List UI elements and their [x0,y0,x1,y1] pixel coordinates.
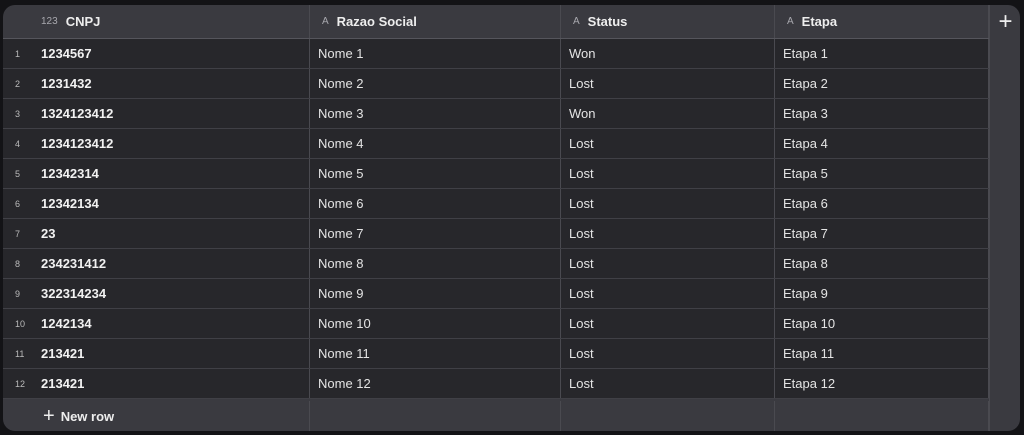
table-row[interactable]: 3 1324123412 Nome 3 Won Etapa 3 [3,99,989,129]
table-row[interactable]: 7 23 Nome 7 Lost Etapa 7 [3,219,989,249]
row-number: 1 [15,49,21,59]
column-header-razao-social[interactable]: A Razao Social [310,5,561,38]
table-row[interactable]: 8 234231412 Nome 8 Lost Etapa 8 [3,249,989,279]
cell-etapa[interactable]: Etapa 7 [775,219,989,248]
table-row[interactable]: 11 213421 Nome 11 Lost Etapa 11 [3,339,989,369]
cell-cnpj[interactable]: 1234123412 [3,129,310,158]
footer-cell [310,401,561,431]
text-type-icon: A [322,16,329,27]
cell-status[interactable]: Won [561,99,775,128]
cell-etapa[interactable]: Etapa 1 [775,39,989,68]
cell-etapa[interactable]: Etapa 4 [775,129,989,158]
cell-razao-social[interactable]: Nome 10 [310,309,561,338]
table-row[interactable]: 12 213421 Nome 12 Lost Etapa 12 [3,369,989,399]
cell-razao-social[interactable]: Nome 1 [310,39,561,68]
table-row[interactable]: 9 322314234 Nome 9 Lost Etapa 9 [3,279,989,309]
row-number: 2 [15,79,21,89]
cell-status[interactable]: Lost [561,249,775,278]
cell-cnpj[interactable]: 213421 [3,339,310,368]
cell-status[interactable]: Lost [561,129,775,158]
column-label: CNPJ [65,14,101,29]
cell-razao-social[interactable]: Nome 11 [310,339,561,368]
text-type-icon: A [573,16,580,27]
cell-razao-social[interactable]: Nome 6 [310,189,561,218]
cell-etapa[interactable]: Etapa 12 [775,369,989,398]
row-number: 12 [15,379,26,389]
cell-etapa[interactable]: Etapa 6 [775,189,989,218]
add-column-strip [989,5,1020,431]
cell-status[interactable]: Lost [561,369,775,398]
column-header-etapa[interactable]: A Etapa [775,5,989,38]
cell-etapa[interactable]: Etapa 8 [775,249,989,278]
table-row[interactable]: 1 1234567 Nome 1 Won Etapa 1 [3,39,989,69]
new-row-label: New row [60,408,115,424]
table-row[interactable]: 6 12342134 Nome 6 Lost Etapa 6 [3,189,989,219]
footer-cell [561,401,775,431]
plus-icon: + [43,405,55,427]
column-header-cnpj[interactable]: 123 CNPJ [3,5,310,38]
row-number: 6 [15,199,21,209]
plus-icon: + [998,8,1013,35]
cell-cnpj[interactable]: 1234567 [3,39,310,68]
column-label: Razao Social [336,14,417,29]
cell-etapa[interactable]: Etapa 2 [775,69,989,98]
cell-cnpj[interactable]: 1242134 [3,309,310,338]
table-row[interactable]: 10 1242134 Nome 10 Lost Etapa 10 [3,309,989,339]
data-grid: 123 CNPJ A Razao Social A Status A Etapa + 1… [3,5,1020,431]
cell-etapa[interactable]: Etapa 11 [775,339,989,368]
cell-razao-social[interactable]: Nome 4 [310,129,561,158]
row-number: 3 [15,109,21,119]
row-number: 8 [15,259,21,269]
grid-header: 123 CNPJ A Razao Social A Status A Etapa [3,5,989,39]
cell-cnpj[interactable]: 1324123412 [3,99,310,128]
cell-razao-social[interactable]: Nome 2 [310,69,561,98]
cell-status[interactable]: Lost [561,279,775,308]
cell-cnpj[interactable]: 234231412 [3,249,310,278]
cell-cnpj[interactable]: 213421 [3,369,310,398]
cell-cnpj[interactable]: 12342314 [3,159,310,188]
cell-cnpj[interactable]: 322314234 [3,279,310,308]
cell-razao-social[interactable]: Nome 8 [310,249,561,278]
cell-cnpj[interactable]: 23 [3,219,310,248]
cell-status[interactable]: Lost [561,159,775,188]
row-number: 7 [15,229,21,239]
add-column-button[interactable]: + [989,5,1020,39]
row-number: 9 [15,289,21,299]
row-number: 11 [15,349,25,359]
cell-cnpj[interactable]: 12342134 [3,189,310,218]
cell-status[interactable]: Lost [561,189,775,218]
cell-status[interactable]: Lost [561,69,775,98]
cell-etapa[interactable]: Etapa 3 [775,99,989,128]
table-row[interactable]: 2 1231432 Nome 2 Lost Etapa 2 [3,69,989,99]
cell-etapa[interactable]: Etapa 9 [775,279,989,308]
cell-status[interactable]: Lost [561,309,775,338]
cell-razao-social[interactable]: Nome 12 [310,369,561,398]
footer-cell [775,401,989,431]
column-header-status[interactable]: A Status [561,5,775,38]
cell-status[interactable]: Lost [561,339,775,368]
new-row-button[interactable]: + New row [3,401,310,431]
column-label: Etapa [801,14,838,29]
text-type-icon: A [787,16,794,27]
grid-footer: + New row [3,401,989,431]
row-number: 4 [15,139,21,149]
cell-razao-social[interactable]: Nome 5 [310,159,561,188]
table-row[interactable]: 5 12342314 Nome 5 Lost Etapa 5 [3,159,989,189]
number-type-icon: 123 [41,16,58,27]
cell-razao-social[interactable]: Nome 9 [310,279,561,308]
cell-etapa[interactable]: Etapa 10 [775,309,989,338]
row-number: 5 [15,169,21,179]
row-number: 10 [15,319,26,329]
cell-etapa[interactable]: Etapa 5 [775,159,989,188]
column-label: Status [587,14,628,29]
cell-razao-social[interactable]: Nome 7 [310,219,561,248]
cell-cnpj[interactable]: 1231432 [3,69,310,98]
grid-body: 1 1234567 Nome 1 Won Etapa 12 1231432 No… [3,39,989,399]
cell-status[interactable]: Won [561,39,775,68]
cell-razao-social[interactable]: Nome 3 [310,99,561,128]
table-row[interactable]: 4 1234123412 Nome 4 Lost Etapa 4 [3,129,989,159]
cell-status[interactable]: Lost [561,219,775,248]
